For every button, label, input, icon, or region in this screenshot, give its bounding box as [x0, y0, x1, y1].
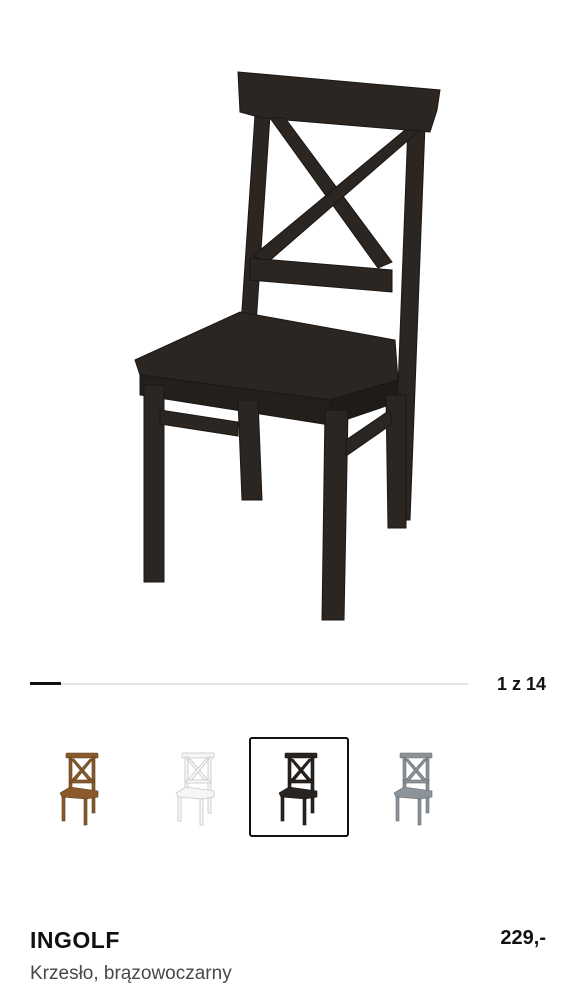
chair-brown-icon — [59, 752, 99, 826]
chair-white-icon — [175, 752, 215, 826]
chair-black-brown-icon — [278, 752, 318, 826]
gallery-progress-indicator — [30, 682, 61, 685]
product-price: 229,- — [500, 927, 546, 949]
chair-gray-icon — [393, 752, 433, 826]
chair-image — [134, 71, 441, 621]
variant-swatches — [0, 735, 576, 843]
gallery-progress: 1 z 14 — [0, 668, 576, 702]
product-description: Krzesło, brązowoczarny — [30, 963, 232, 984]
variant-swatch-brown[interactable] — [30, 737, 130, 837]
variant-swatch-black-brown[interactable] — [249, 737, 349, 837]
product-image[interactable] — [0, 0, 576, 650]
variant-swatch-gray[interactable] — [364, 737, 464, 837]
product-name: INGOLF — [30, 927, 120, 953]
variant-swatch-white[interactable] — [146, 737, 246, 837]
gallery-counter: 1 z 14 — [496, 674, 546, 694]
gallery-progress-track[interactable] — [30, 682, 468, 685]
